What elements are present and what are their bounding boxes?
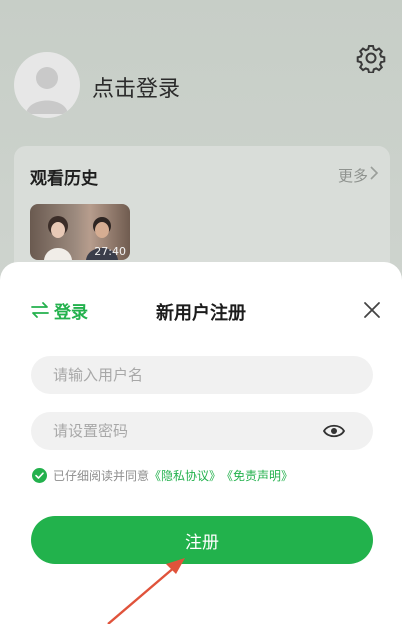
history-more-link[interactable]: 更多: [338, 165, 368, 186]
check-circle-icon[interactable]: [32, 467, 47, 483]
chevron-right-icon[interactable]: [368, 165, 380, 181]
default-avatar-icon: [26, 67, 68, 114]
close-icon[interactable]: [362, 300, 382, 320]
register-button[interactable]: 注册: [31, 516, 373, 564]
history-title: 观看历史: [30, 169, 98, 189]
avatar[interactable]: [14, 52, 80, 118]
history-thumbnail[interactable]: 27:40: [30, 204, 130, 260]
register-sheet: 登录 新用户注册 已仔细阅读并同意 《隐私协议》 《免责声明》 注册: [0, 262, 402, 624]
login-prompt[interactable]: 点击登录: [92, 71, 180, 103]
username-field: [31, 356, 373, 394]
sheet-title: 新用户注册: [156, 303, 246, 324]
gear-icon[interactable]: [356, 43, 386, 73]
disclaimer-link[interactable]: 《免责声明》: [221, 467, 293, 484]
password-field: [31, 412, 373, 450]
privacy-policy-link[interactable]: 《隐私协议》: [149, 467, 221, 484]
username-input[interactable]: [31, 356, 333, 394]
agreement-row: 已仔细阅读并同意 《隐私协议》 《免责声明》: [32, 465, 293, 485]
password-input[interactable]: [31, 412, 333, 450]
video-duration: 27:40: [94, 245, 126, 258]
agreement-text: 已仔细阅读并同意: [53, 468, 150, 483]
eye-icon[interactable]: [323, 422, 345, 440]
